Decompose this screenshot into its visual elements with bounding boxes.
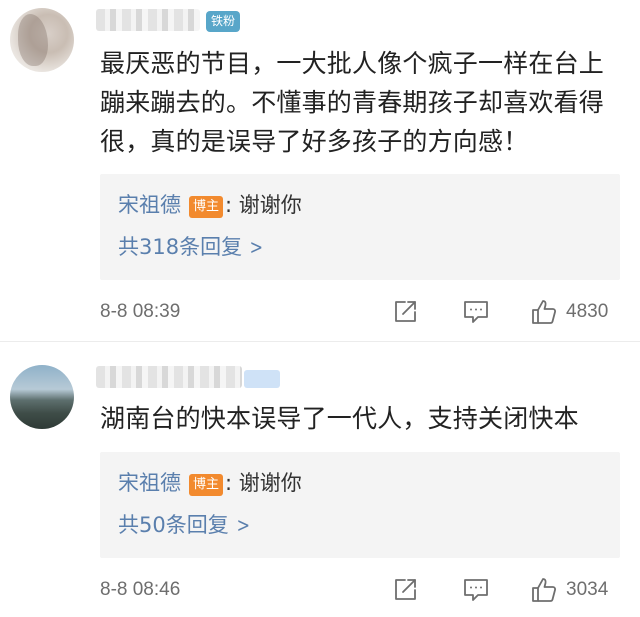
reply-text: 谢谢你 — [238, 193, 302, 217]
share-button[interactable] — [392, 297, 418, 327]
reply-author[interactable]: 宋祖德 — [118, 193, 181, 217]
like-count: 3034 — [566, 579, 609, 600]
reply-count-label: 共318条回复 — [118, 235, 243, 259]
reply-text: 谢谢你 — [238, 471, 302, 495]
avatar[interactable] — [10, 365, 74, 429]
username-blurred[interactable] — [96, 366, 242, 388]
thumbs-up-icon — [530, 298, 558, 326]
comment-actions: 4830 — [392, 297, 632, 327]
comment-text: 湖南台的快本误导了一代人，支持关闭快本 — [100, 404, 579, 433]
chevron-right-icon: > — [249, 235, 264, 259]
comment-button[interactable] — [462, 575, 490, 605]
comment-icon — [462, 577, 490, 603]
reply-author[interactable]: 宋祖德 — [118, 471, 181, 495]
like-button[interactable]: 4830 — [530, 297, 608, 327]
avatar[interactable] — [10, 8, 74, 72]
reply-count-link[interactable]: 共318条回复 > — [118, 234, 265, 260]
thumbs-up-icon — [530, 576, 558, 604]
share-icon — [392, 299, 418, 325]
badge-blurred — [244, 370, 280, 388]
comment-time: 8-8 08:46 — [100, 579, 181, 600]
fan-badge: 铁粉 — [206, 11, 241, 32]
reply-line: 宋祖德 博主: 谢谢你 — [118, 470, 302, 496]
chevron-right-icon: > — [236, 513, 250, 537]
like-button[interactable]: 3034 — [530, 575, 608, 605]
comment-text: 最厌恶的节目，一大批人像个疯子一样在台上蹦来蹦去的。不懂事的青春期孩子却喜欢看得… — [100, 49, 605, 156]
host-badge: 博主 — [189, 474, 224, 496]
reply-count-link[interactable]: 共50条回复 > — [118, 512, 252, 538]
comment-item: 湖南台的快本误导了一代人，支持关闭快本 宋祖德 博主: 谢谢你 共50条回复 > 8… — [0, 342, 640, 617]
comment-actions: 3034 — [392, 575, 632, 605]
comment-time: 8-8 08:39 — [100, 301, 181, 322]
comment-icon — [462, 299, 490, 325]
comment-item: 铁粉 最厌恶的节目，一大批人像个疯子一样在台上蹦来蹦去的。不懂事的青春期孩子却喜… — [0, 0, 640, 342]
comment-button[interactable] — [462, 297, 490, 327]
share-icon — [392, 577, 418, 603]
reply-count-label: 共50条回复 — [118, 513, 229, 537]
host-badge: 博主 — [189, 196, 224, 218]
reply-line: 宋祖德 博主: 谢谢你 — [118, 192, 302, 218]
like-count: 4830 — [566, 301, 609, 322]
reply-preview[interactable]: 宋祖德 博主: 谢谢你 共318条回复 > — [100, 174, 620, 280]
reply-preview[interactable]: 宋祖德 博主: 谢谢你 共50条回复 > — [100, 452, 620, 558]
reply-separator: : — [225, 193, 233, 217]
reply-separator: : — [225, 471, 233, 495]
username-blurred[interactable] — [96, 9, 200, 31]
share-button[interactable] — [392, 575, 418, 605]
